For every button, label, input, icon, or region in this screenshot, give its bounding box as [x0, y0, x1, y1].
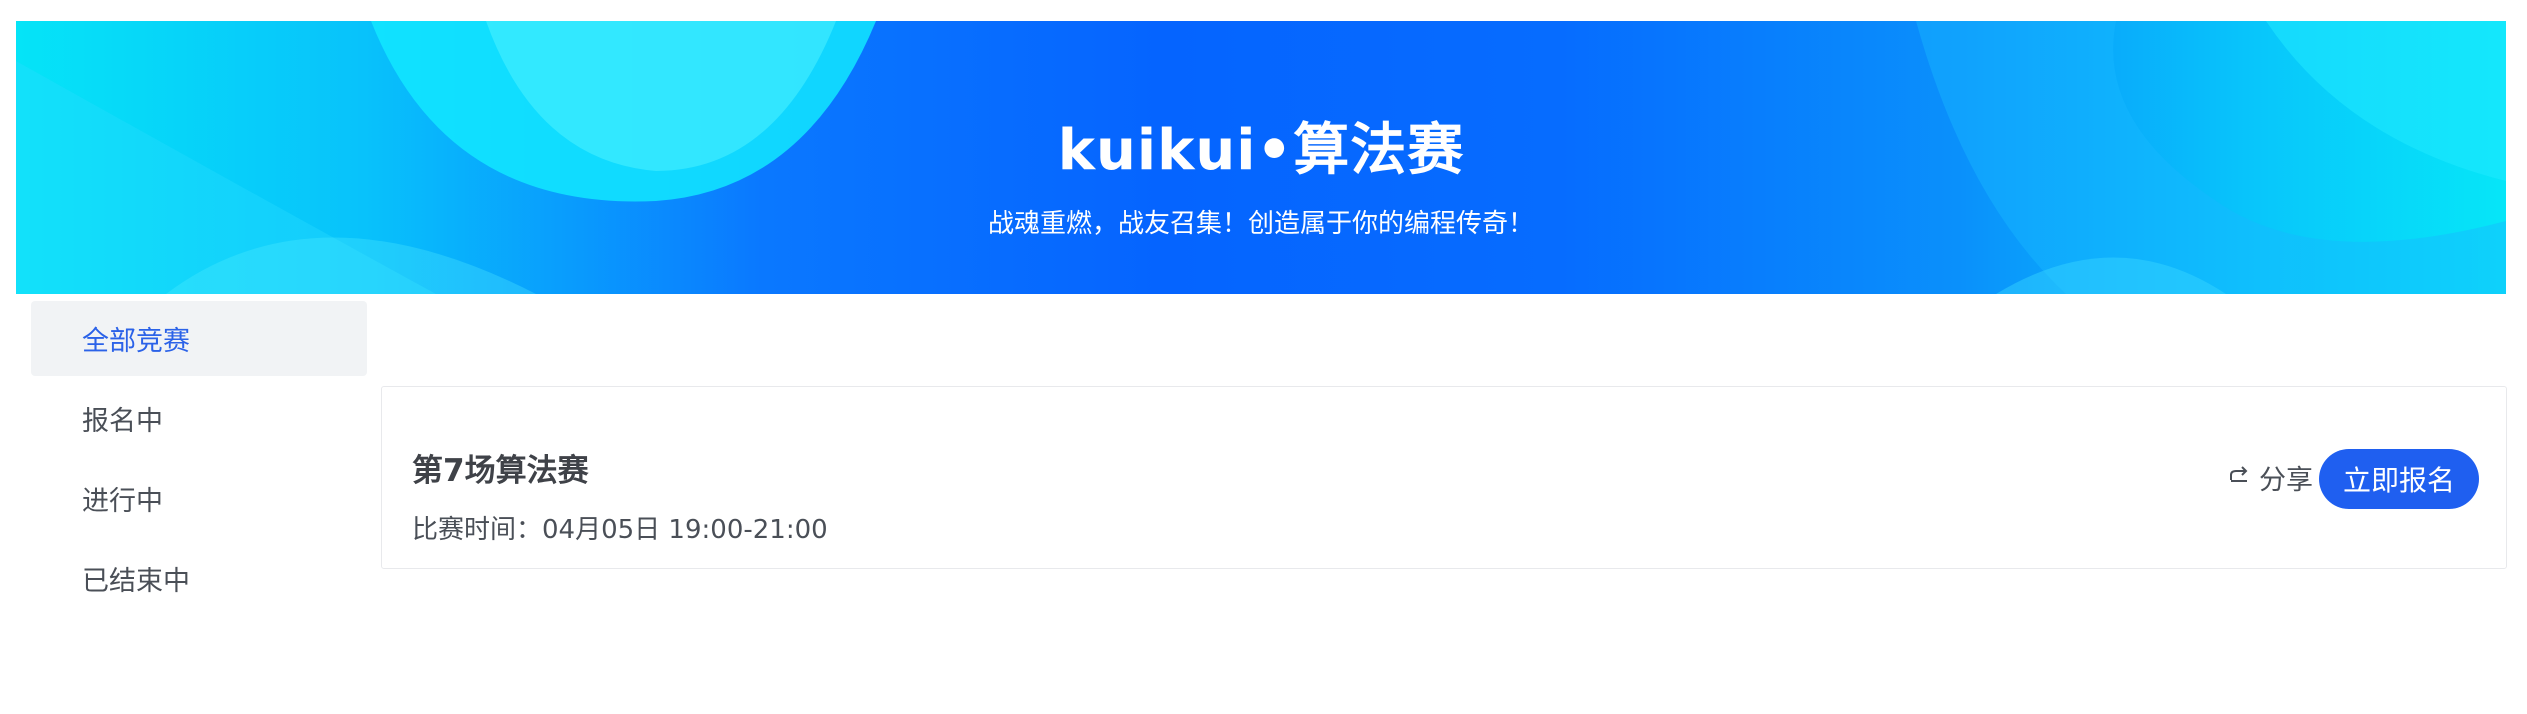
share-button[interactable]: 分享: [2227, 457, 2313, 497]
banner-title: kuikui•算法赛: [1057, 118, 1465, 183]
share-icon: [2227, 462, 2251, 493]
share-label: 分享: [2259, 464, 2313, 496]
contest-title: 第7场算法赛: [412, 453, 589, 489]
sidebar-item-all[interactable]: 全部竞赛: [31, 301, 367, 376]
sidebar-item-registering[interactable]: 报名中: [31, 381, 367, 456]
contest-card: 第7场算法赛 比赛时间：04月05日 19:00-21:00 分享 立即报名: [381, 386, 2507, 569]
sidebar-item-ended[interactable]: 已结束中: [31, 541, 367, 616]
sidebar: 全部竞赛 报名中 进行中 已结束中: [31, 301, 367, 621]
banner: kuikui•算法赛 战魂重燃，战友召集！创造属于你的编程传奇！: [16, 21, 2506, 294]
sidebar-item-ongoing[interactable]: 进行中: [31, 461, 367, 536]
signup-button[interactable]: 立即报名: [2319, 449, 2479, 509]
contest-time: 比赛时间：04月05日 19:00-21:00: [412, 515, 828, 545]
banner-subtitle: 战魂重燃，战友召集！创造属于你的编程传奇！: [987, 209, 1534, 239]
